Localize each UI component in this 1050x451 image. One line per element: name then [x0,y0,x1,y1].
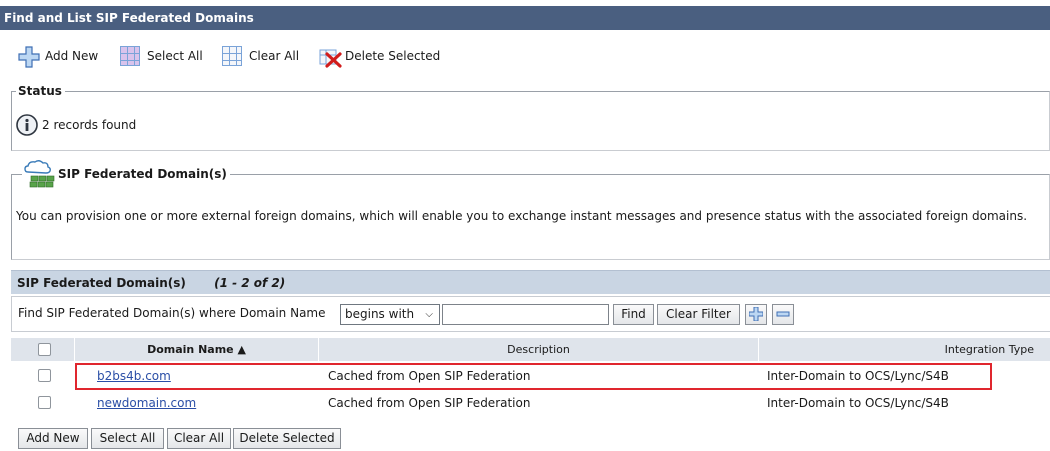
list-header: SIP Federated Domain(s) (1 - 2 of 2) [11,270,1050,294]
find-button[interactable]: Find [613,304,654,325]
info-icon [16,114,38,136]
delete-icon [318,46,342,68]
domain-link[interactable]: newdomain.com [97,391,196,415]
add-icon [18,46,40,68]
list-range: (1 - 2 of 2) [214,276,286,290]
page-title: Find and List SIP Federated Domains [0,6,1050,30]
status-message: 2 records found [42,118,137,132]
filter-operator-select[interactable]: begins with ⌵ [340,304,440,325]
minus-icon [776,310,790,324]
clear-all-button[interactable]: Clear All [167,428,231,449]
integration-type-cell: Inter-Domain to OCS/Lync/S4B [767,396,949,410]
description-column-header[interactable]: Description [319,338,759,361]
description-cell: Cached from Open SIP Federation [328,396,531,410]
clear-all-icon [222,46,242,66]
delete-selected-toolbar-button[interactable]: Delete Selected [318,44,440,68]
select-all-label: Select All [147,49,203,63]
clear-filter-button[interactable]: Clear Filter [657,304,740,325]
chevron-down-icon: ⌵ [425,309,433,320]
status-legend: Status [16,84,65,98]
filter-row: Find SIP Federated Domain(s) where Domai… [11,296,1050,332]
info-legend: SIP Federated Domain(s) [56,167,230,181]
filter-prefix: Find SIP Federated Domain(s) where Domai… [18,306,326,320]
domain-name-column-header[interactable]: Domain Name ▲ [75,338,319,361]
plus-icon [748,306,764,324]
description-cell: Cached from Open SIP Federation [328,369,531,383]
add-new-toolbar-button[interactable]: Add New [18,44,98,68]
select-all-button[interactable]: Select All [91,428,164,449]
filter-search-input[interactable] [442,304,609,325]
add-new-button[interactable]: Add New [18,428,88,449]
info-section: SIP Federated Domain(s) You can provisio… [11,159,1050,260]
status-section: Status 2 records found [11,84,1050,151]
clear-all-label: Clear All [249,49,300,63]
select-all-icon [120,46,140,66]
row-checkbox[interactable] [38,369,51,382]
clear-all-toolbar-button[interactable]: Clear All [222,44,299,68]
select-all-toolbar-button[interactable]: Select All [120,44,203,68]
domain-link[interactable]: b2bs4b.com [97,364,171,388]
add-filter-button[interactable] [745,304,767,325]
remove-filter-button[interactable] [772,304,794,325]
row-checkbox[interactable] [38,396,51,409]
integration-type-column-header[interactable]: Integration Type [759,338,1050,361]
select-all-column-header [11,338,75,361]
add-new-label: Add New [45,49,99,63]
federation-icon [22,159,58,191]
info-text: You can provision one or more external f… [16,209,1028,223]
delete-selected-label: Delete Selected [345,49,441,63]
toolbar: Add New Select All Clear All Delete Sele… [0,30,1050,80]
list-title: SIP Federated Domain(s) [17,276,186,290]
delete-selected-button[interactable]: Delete Selected [233,428,341,449]
table-row: newdomain.com Cached from Open SIP Feder… [11,391,1050,415]
table-row: b2bs4b.com Cached from Open SIP Federati… [11,364,1050,388]
select-all-checkbox[interactable] [38,343,51,356]
filter-operator-value: begins with [345,307,415,321]
integration-type-cell: Inter-Domain to OCS/Lync/S4B [767,369,949,383]
